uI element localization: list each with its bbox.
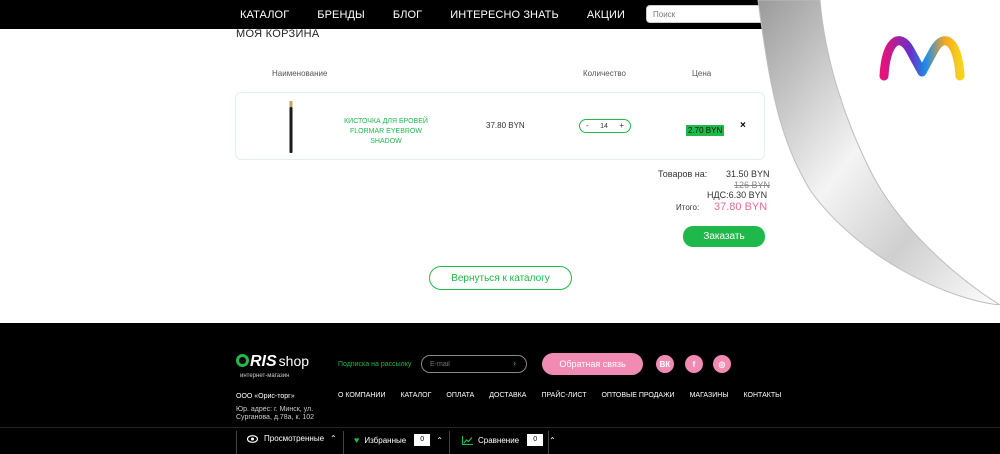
viewed-panel[interactable]: Просмотренные ⌃ bbox=[247, 434, 337, 443]
logo-subtitle: интернет-магазин bbox=[240, 373, 290, 379]
feedback-button[interactable]: Обратная связь bbox=[542, 353, 643, 375]
heart-icon: ♥ bbox=[354, 435, 360, 445]
qty-decrease-button[interactable]: - bbox=[586, 121, 589, 131]
compare-panel[interactable]: Сравнение 0 ⌃ bbox=[462, 434, 556, 446]
footer-link-wholesale[interactable]: ОПТОВЫЕ ПРОДАЖИ bbox=[601, 392, 674, 399]
footer-logo[interactable]: RIS shop bbox=[236, 353, 309, 371]
footer-link-about[interactable]: О КОМПАНИИ bbox=[338, 392, 385, 399]
nav-item-interesting[interactable]: ИНТЕРЕСНО ЗНАТЬ bbox=[450, 9, 559, 21]
favorites-count: 0 bbox=[414, 434, 431, 446]
chevron-up-icon: ⌃ bbox=[549, 435, 556, 445]
newsletter-label: Подписка на рассылку bbox=[338, 361, 412, 368]
goods-label: Товаров на: bbox=[658, 169, 708, 179]
back-to-catalog-button[interactable]: Вернуться к каталогу bbox=[429, 266, 572, 290]
nav-item-brands[interactable]: БРЕНДЫ bbox=[317, 9, 365, 21]
divider bbox=[548, 431, 549, 454]
total-label: Итого: bbox=[676, 203, 700, 212]
divider bbox=[236, 431, 237, 454]
footer-link-catalog[interactable]: КАТАЛОГ bbox=[400, 392, 431, 399]
footer-link-stores[interactable]: МАГАЗИНЫ bbox=[690, 392, 729, 399]
nav-item-sales[interactable]: АКЦИИ bbox=[587, 9, 625, 21]
page-curl-overlay bbox=[757, 0, 1000, 305]
eye-icon bbox=[247, 434, 258, 443]
subscribe-arrow-icon[interactable]: › bbox=[513, 358, 516, 368]
company-address: Юр. адрес: г. Минск, ул. Сурганова, д.78… bbox=[236, 406, 315, 421]
vk-icon[interactable]: ВК bbox=[656, 355, 674, 373]
cart-item-row: КИСТОЧКА ДЛЯ БРОВЕЙ FLORMAR EYEBROW SHAD… bbox=[235, 92, 765, 160]
qty-increase-button[interactable]: + bbox=[619, 121, 624, 131]
header-price: Цена bbox=[692, 69, 712, 78]
remove-item-icon[interactable]: × bbox=[740, 120, 746, 131]
footer-link-delivery[interactable]: ДОСТАВКА bbox=[489, 392, 526, 399]
nav-item-blog[interactable]: БЛОГ bbox=[393, 9, 422, 21]
footer-link-payment[interactable]: ОПЛАТА bbox=[446, 392, 474, 399]
footer-link-pricelist[interactable]: ПРАЙС-ЛИСТ bbox=[541, 392, 586, 399]
nav-item-catalog[interactable]: КАТАЛОГ bbox=[240, 9, 289, 21]
footer-link-contacts[interactable]: КОНТАКТЫ bbox=[744, 392, 782, 399]
row-total: 2.70 BYN bbox=[686, 125, 725, 136]
compare-count: 0 bbox=[527, 434, 544, 446]
product-price: 37.80 BYN bbox=[486, 121, 525, 130]
logo-ring-icon bbox=[236, 354, 249, 367]
newsletter-email-input[interactable] bbox=[421, 355, 527, 373]
divider bbox=[343, 431, 344, 454]
product-name[interactable]: КИСТОЧКА ДЛЯ БРОВЕЙ FLORMAR EYEBROW SHAD… bbox=[336, 117, 436, 147]
header-name: Наименование bbox=[272, 69, 328, 78]
main-menu: КАТАЛОГ БРЕНДЫ БЛОГ ИНТЕРЕСНО ЗНАТЬ АКЦИ… bbox=[240, 0, 653, 29]
qty-value[interactable]: 14 bbox=[600, 123, 608, 130]
chart-icon bbox=[462, 435, 473, 445]
product-image[interactable] bbox=[288, 101, 294, 153]
chevron-up-icon: ⌃ bbox=[330, 434, 337, 443]
chevron-up-icon: ⌃ bbox=[436, 435, 443, 445]
company-name: ООО «Орис-торг» bbox=[236, 393, 295, 400]
footer-menu: О КОМПАНИИ КАТАЛОГ ОПЛАТА ДОСТАВКА ПРАЙС… bbox=[338, 392, 796, 399]
divider bbox=[449, 431, 450, 454]
instagram-icon[interactable]: ◎ bbox=[713, 355, 731, 373]
favorites-panel[interactable]: ♥ Избранные 0 ⌃ bbox=[354, 434, 443, 446]
facebook-icon[interactable]: f bbox=[685, 355, 703, 373]
quantity-stepper: - 14 + bbox=[579, 119, 631, 133]
page-title: МОЯ КОРЗИНА bbox=[236, 28, 320, 40]
header-quantity: Количество bbox=[583, 69, 626, 78]
